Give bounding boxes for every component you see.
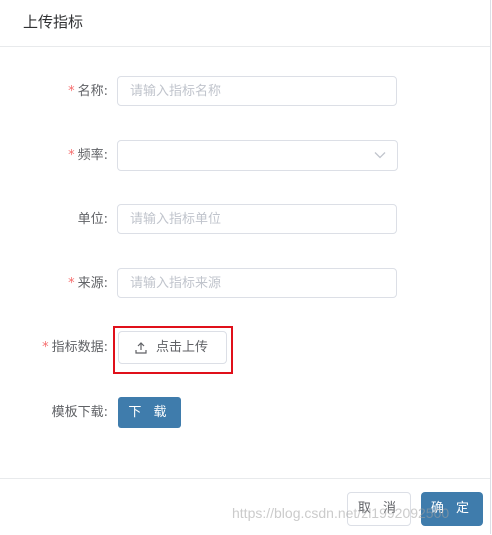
frequency-label-text: 频率:: [77, 148, 108, 163]
form-row-name: * 名称:: [0, 76, 490, 108]
data-label-text: 指标数据:: [51, 340, 108, 355]
required-mark: *: [68, 84, 75, 99]
source-label: * 来源:: [68, 268, 108, 300]
required-mark: *: [42, 340, 49, 355]
chevron-down-icon[interactable]: [374, 151, 386, 159]
data-label: * 指标数据:: [42, 332, 108, 364]
upload-indicator-dialog: 上传指标 *名称: *频率: 单位: *来源: *指标数据:: [0, 0, 491, 534]
frequency-label: * 频率:: [68, 140, 108, 172]
template-label: 模板下载:: [51, 405, 108, 420]
required-mark: *: [68, 276, 75, 291]
form-row-frequency: * 频率:: [0, 140, 490, 172]
dialog-title: 上传指标: [23, 13, 84, 31]
name-input[interactable]: [117, 76, 397, 106]
form-row-template: 模板下载:: [0, 397, 490, 429]
unit-input[interactable]: [117, 204, 397, 234]
required-mark: *: [68, 148, 75, 163]
confirm-button[interactable]: 确 定: [421, 492, 483, 526]
cancel-button[interactable]: 取 消: [347, 492, 411, 526]
download-button[interactable]: 下 载: [118, 397, 181, 428]
form-row-source: * 来源:: [0, 268, 490, 300]
dialog-footer: 取 消 确 定: [0, 478, 490, 535]
frequency-select[interactable]: [117, 140, 398, 171]
source-label-text: 来源:: [77, 276, 108, 291]
name-label-text: 名称:: [77, 84, 108, 99]
form-row-data: * 指标数据:: [0, 332, 490, 364]
unit-label: 单位:: [77, 212, 108, 227]
name-label: * 名称:: [68, 76, 108, 108]
upload-highlight-box: [113, 326, 233, 374]
source-input[interactable]: [117, 268, 397, 298]
dialog-header: 上传指标: [0, 0, 490, 47]
form-row-unit: 单位:: [0, 204, 490, 236]
